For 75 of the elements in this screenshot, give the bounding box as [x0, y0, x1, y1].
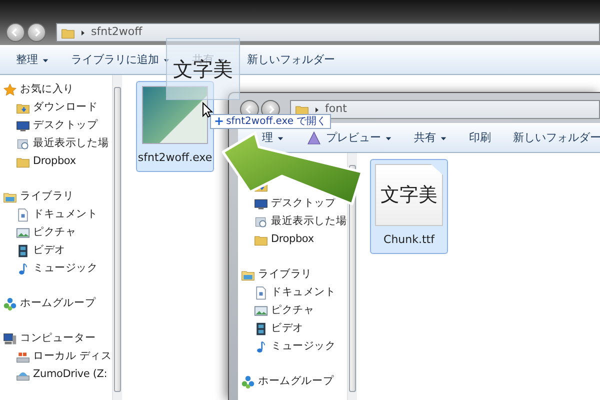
sidebar-item[interactable]: コンピューター: [20, 331, 96, 347]
folder-icon: [254, 233, 268, 247]
toolbar-button[interactable]: 整理: [12, 50, 53, 70]
file-name: Chunk.ttf: [384, 232, 434, 248]
chevron-icon: [313, 106, 321, 114]
sidebar-item[interactable]: ミュージック: [271, 339, 336, 355]
address-bar[interactable]: sfnt2woff: [56, 23, 600, 42]
toolbar-button[interactable]: ライブラリに追加: [67, 50, 174, 70]
sidebar-item[interactable]: デスクトップ: [271, 196, 336, 212]
film-icon: [254, 322, 268, 336]
network-icon: [241, 375, 255, 389]
sidebar-item[interactable]: ホームグループ: [258, 374, 334, 390]
folder-icon: [16, 101, 30, 115]
toolbar-button[interactable]: 新しいフォルダー: [509, 128, 600, 148]
film-icon: [16, 244, 30, 258]
sidebar-item[interactable]: ライブラリ: [258, 267, 312, 283]
sidebar-item[interactable]: Dropbox: [271, 232, 314, 248]
sidebar-item[interactable]: ピクチャ: [271, 303, 314, 319]
folder-icon: [16, 155, 30, 169]
caret-icon: [163, 56, 170, 64]
font-file-icon: 文字美: [375, 164, 443, 226]
toolbar-button[interactable]: 共有: [410, 128, 451, 148]
recent-places-icon: [16, 137, 30, 151]
sidebar-item[interactable]: ミュージック: [33, 261, 98, 277]
address-path: font: [325, 101, 347, 118]
sidebar-item[interactable]: デスクトップ: [33, 118, 98, 134]
music-note-icon: [16, 262, 30, 276]
address-path: sfnt2woff: [91, 24, 142, 40]
picture-icon: [16, 226, 30, 240]
toolbar-button[interactable]: 新しいフォルダー: [243, 50, 339, 70]
back-button[interactable]: [6, 23, 25, 42]
toolbar-button[interactable]: 印刷: [465, 128, 495, 148]
drive-icon: [16, 350, 30, 364]
caret-icon: [385, 134, 392, 142]
sidebar-item[interactable]: ドキュメント: [33, 207, 98, 223]
plus-icon: +: [214, 115, 224, 128]
recent-places-icon: [254, 215, 268, 229]
toolbar-button[interactable]: 理: [258, 128, 288, 148]
chevron-icon: [79, 28, 87, 36]
folder-icon: [241, 268, 255, 282]
caret-icon: [42, 56, 49, 64]
sidebar-item[interactable]: ライブラリ: [20, 189, 74, 205]
toolbar-button[interactable]: プレビュー: [302, 128, 396, 148]
sidebar-item[interactable]: Dropbox: [33, 154, 76, 170]
document-icon: [16, 208, 30, 222]
computer-icon: [3, 332, 17, 346]
network-icon: [3, 297, 17, 311]
file-name: sfnt2woff.exe: [138, 150, 212, 166]
file-item[interactable]: 文字美 Chunk.ttf: [370, 159, 448, 254]
sidebar-item[interactable]: ZumoDrive (Z:: [33, 367, 108, 383]
caret-icon: [277, 134, 284, 142]
monitor-icon: [16, 119, 30, 133]
forward-button[interactable]: [27, 23, 46, 42]
star-icon: [3, 83, 17, 97]
music-note-icon: [254, 340, 268, 354]
sidebar-item[interactable]: ドキュメント: [271, 285, 336, 301]
sidebar-item[interactable]: お気に入り: [20, 82, 74, 98]
sidebar-item[interactable]: ビデオ: [33, 243, 66, 259]
document-icon: [254, 286, 268, 300]
file-item[interactable]: sfnt2woff.exe: [136, 81, 214, 172]
folder-icon: [3, 190, 17, 204]
sidebar-item[interactable]: ビデオ: [271, 321, 304, 337]
monitor-icon: [254, 197, 268, 211]
sidebar-item[interactable]: ローカル ディス: [33, 349, 112, 365]
sidebar-item[interactable]: 最近表示した場: [33, 136, 109, 152]
sidebar-item[interactable]: ダウンロード: [33, 100, 98, 116]
triangle-icon: [306, 130, 322, 146]
sidebar-item[interactable]: 最近表示した場: [271, 214, 347, 230]
scrollbar[interactable]: [112, 75, 122, 400]
picture-icon: [254, 304, 268, 318]
sidebar-item[interactable]: ホームグループ: [20, 296, 96, 312]
sidebar-item[interactable]: ピクチャ: [33, 225, 76, 241]
scrollbar-thumb[interactable]: [114, 87, 121, 392]
caret-icon: [440, 134, 447, 142]
application-icon: [142, 86, 208, 144]
